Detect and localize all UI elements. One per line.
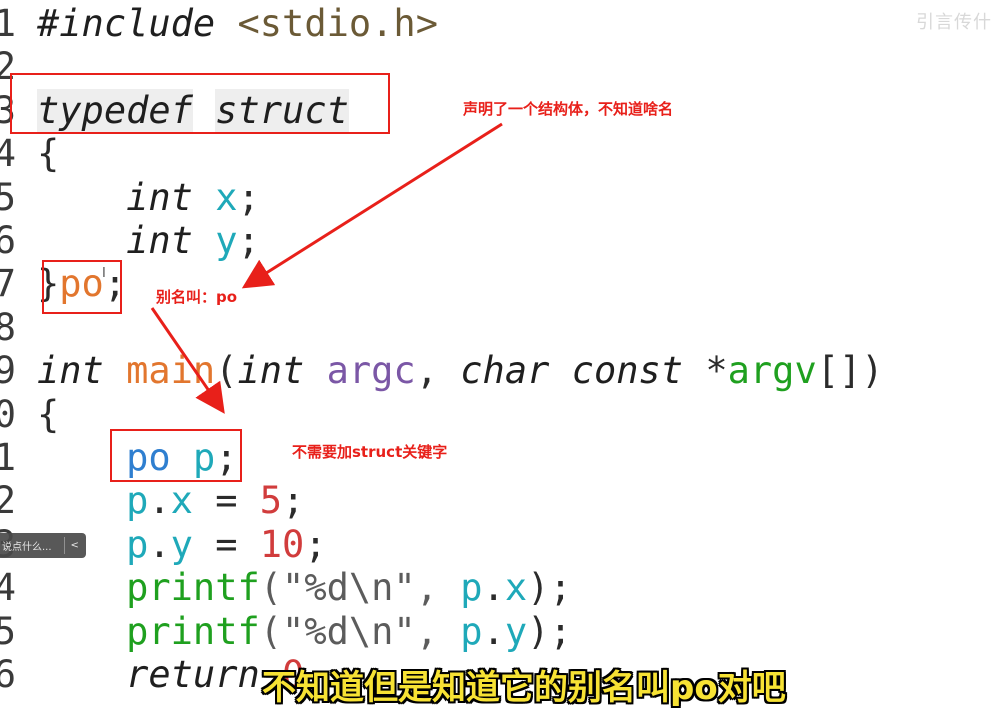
comment-input-pill[interactable]: 说点什么... <: [0, 533, 86, 558]
no-struct-annotation: 不需要加struct关键字: [292, 443, 448, 461]
pill-divider: [63, 537, 65, 554]
alias-annotation: 别名叫：po: [156, 288, 238, 306]
arrow-to-po-alias: [241, 122, 503, 289]
chevron-left-icon[interactable]: <: [71, 540, 79, 551]
arrow-to-main: [150, 307, 225, 414]
comment-placeholder[interactable]: 说点什么...: [2, 538, 52, 553]
video-subtitle: 不知道但是知道它的别名叫po对吧: [262, 668, 786, 708]
typedef-annotation: 声明了一个结构体，不知道啥名: [463, 100, 674, 118]
